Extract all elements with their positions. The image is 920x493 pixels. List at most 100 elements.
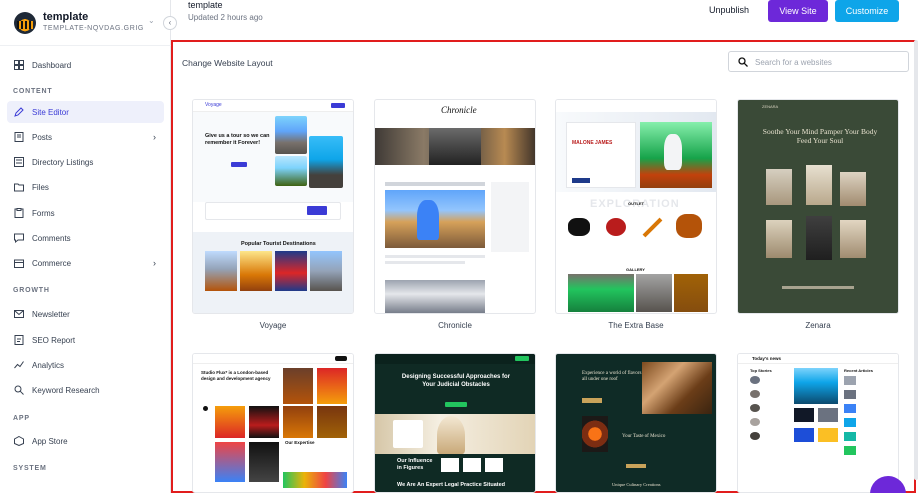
sidebar-item-directory-listings[interactable]: Directory Listings xyxy=(7,151,164,173)
collapse-sidebar-button[interactable]: ‹ xyxy=(163,16,177,30)
chevron-right-icon: › xyxy=(153,132,156,142)
search-box[interactable] xyxy=(728,51,909,72)
template-preview[interactable]: Today's news Top Stories Recent Articles xyxy=(737,353,899,493)
site-switcher[interactable]: template TEMPLATE-NQVDAG.GRIGOR... ⌄ xyxy=(0,0,171,46)
sidebar-item-newsletter[interactable]: Newsletter xyxy=(7,303,164,325)
preview-heading: Experience a world of flavors all under … xyxy=(582,371,642,383)
template-preview[interactable]: Chronicle xyxy=(374,99,536,314)
template-card-news[interactable]: Today's news Top Stories Recent Articles xyxy=(737,353,899,493)
sidebar-item-dashboard[interactable]: Dashboard xyxy=(7,54,164,76)
template-card-the-extra-base[interactable]: MALONE JAMES EXPLORATION OUTLET GALLERY … xyxy=(555,99,717,330)
preview-logo: Today's news xyxy=(752,356,781,361)
search-input[interactable] xyxy=(755,55,905,69)
site-slug: TEMPLATE-NQVDAG.GRIGOR... xyxy=(43,25,143,32)
customize-button[interactable]: Customize xyxy=(835,0,899,22)
preview-heading: Studio Flux* is a London-based design an… xyxy=(201,370,271,381)
chevron-down-icon[interactable]: ⌄ xyxy=(148,16,155,25)
sidebar-item-analytics[interactable]: Analytics xyxy=(7,354,164,376)
template-preview[interactable]: ZENARA Soothe Your Mind Pamper Your Body… xyxy=(737,99,899,314)
seo-icon xyxy=(14,335,24,345)
template-card-studio-flux[interactable]: Studio Flux* is a London-based design an… xyxy=(192,353,354,493)
sidebar-item-label: App Store xyxy=(32,436,68,446)
template-preview[interactable]: Voyage Give us a tour so we can remember… xyxy=(192,99,354,314)
dashboard-icon xyxy=(14,60,24,70)
sidebar-item-label: Posts xyxy=(32,132,53,142)
search-icon xyxy=(14,385,24,395)
template-name: The Extra Base xyxy=(608,321,664,330)
template-preview[interactable]: Experience a world of flavors all under … xyxy=(555,353,717,493)
sidebar-item-site-editor[interactable]: Site Editor xyxy=(7,101,164,123)
sidebar-item-label: Comments xyxy=(32,233,71,243)
unpublish-button[interactable]: Unpublish xyxy=(709,5,749,15)
scrollbar[interactable] xyxy=(914,40,918,480)
preview-heading: MALONE JAMES xyxy=(572,140,613,146)
site-editor-icon xyxy=(14,107,24,117)
preview-column-title: Top Stories xyxy=(750,368,772,373)
forms-icon xyxy=(14,208,24,218)
last-updated: Updated 2 hours ago xyxy=(188,13,263,22)
sidebar-item-label: Directory Listings xyxy=(32,157,94,167)
sidebar-item-comments[interactable]: Comments xyxy=(7,227,164,249)
template-preview[interactable]: Designing Successful Approaches for Your… xyxy=(374,353,536,493)
section-label-system: SYSTEM xyxy=(13,465,47,472)
sidebar-item-app-store[interactable]: App Store xyxy=(7,430,164,452)
comments-icon xyxy=(14,233,24,243)
section-title: Change Website Layout xyxy=(182,58,273,68)
preview-section-title: Our Influence in Figures xyxy=(397,458,433,471)
preview-footer-heading: We Are An Expert Legal Practice Situated xyxy=(397,482,505,488)
preview-column-title: Recent Articles xyxy=(844,368,873,373)
section-label-growth: GROWTH xyxy=(13,287,50,294)
preview-section-title: Your Taste of Mexico xyxy=(622,434,666,439)
chevron-right-icon: › xyxy=(153,258,156,268)
view-site-button[interactable]: View Site xyxy=(768,0,828,22)
template-preview[interactable]: Studio Flux* is a London-based design an… xyxy=(192,353,354,493)
sidebar-item-posts[interactable]: Posts › xyxy=(7,126,164,148)
preview-logo: ZENARA xyxy=(762,104,779,109)
section-label-content: CONTENT xyxy=(13,88,53,95)
sidebar-item-label: Site Editor xyxy=(32,107,69,117)
template-card-chronicle[interactable]: Chronicle Chronicle xyxy=(374,99,536,330)
template-card-voyage[interactable]: Voyage Give us a tour so we can remember… xyxy=(192,99,354,330)
template-name: Voyage xyxy=(259,321,287,330)
site-logo xyxy=(14,12,36,34)
preview-gallery-label: GALLERY xyxy=(626,267,645,272)
site-name: template xyxy=(43,11,89,23)
layout-picker: Change Website Layout Voyage Give us a t… xyxy=(171,40,916,493)
page-title: template xyxy=(188,0,223,10)
sidebar-item-forms[interactable]: Forms xyxy=(7,202,164,224)
sidebar-item-label: Newsletter xyxy=(32,309,70,319)
sidebar-item-files[interactable]: Files xyxy=(7,176,164,198)
newsletter-icon xyxy=(14,309,24,319)
sidebar-item-label: Dashboard xyxy=(32,60,72,70)
sidebar-item-label: Analytics xyxy=(32,360,65,370)
folder-icon xyxy=(14,182,24,192)
sidebar-item-label: SEO Report xyxy=(32,335,76,345)
template-card-restaurant[interactable]: Experience a world of flavors all under … xyxy=(555,353,717,493)
preview-logo: Chronicle xyxy=(441,105,477,115)
sidebar-item-label: Forms xyxy=(32,208,55,218)
sidebar-item-commerce[interactable]: Commerce › xyxy=(7,252,164,274)
sidebar-item-keyword-research[interactable]: Keyword Research xyxy=(7,379,164,401)
sidebar-item-label: Commerce xyxy=(32,258,72,268)
template-name: Zenara xyxy=(805,321,831,330)
top-bar: template Updated 2 hours ago Unpublish V… xyxy=(171,0,920,30)
sidebar-item-seo-report[interactable]: SEO Report xyxy=(7,329,164,351)
sidebar-item-label: Keyword Research xyxy=(32,385,100,395)
preview-heading: Designing Successful Approaches for Your… xyxy=(401,374,511,388)
listings-icon xyxy=(14,157,24,167)
sidebar: template TEMPLATE-NQVDAG.GRIGOR... ⌄ Das… xyxy=(0,0,171,493)
preview-section-title: Our Expertise xyxy=(285,440,315,445)
template-preview[interactable]: MALONE JAMES EXPLORATION OUTLET GALLERY xyxy=(555,99,717,314)
preview-footer-heading: Unique Culinary Creations xyxy=(612,482,661,487)
preview-outlet-label: OUTLET xyxy=(628,201,644,206)
sidebar-item-label: Files xyxy=(32,182,49,192)
posts-icon xyxy=(14,132,24,142)
section-label-app: APP xyxy=(13,415,30,422)
analytics-icon xyxy=(14,360,24,370)
app-store-icon xyxy=(14,436,24,446)
search-icon xyxy=(738,57,748,67)
template-name: Chronicle xyxy=(438,321,472,330)
commerce-icon xyxy=(14,258,24,268)
template-card-zenara[interactable]: ZENARA Soothe Your Mind Pamper Your Body… xyxy=(737,99,899,330)
template-card-legal[interactable]: Designing Successful Approaches for Your… xyxy=(374,353,536,493)
